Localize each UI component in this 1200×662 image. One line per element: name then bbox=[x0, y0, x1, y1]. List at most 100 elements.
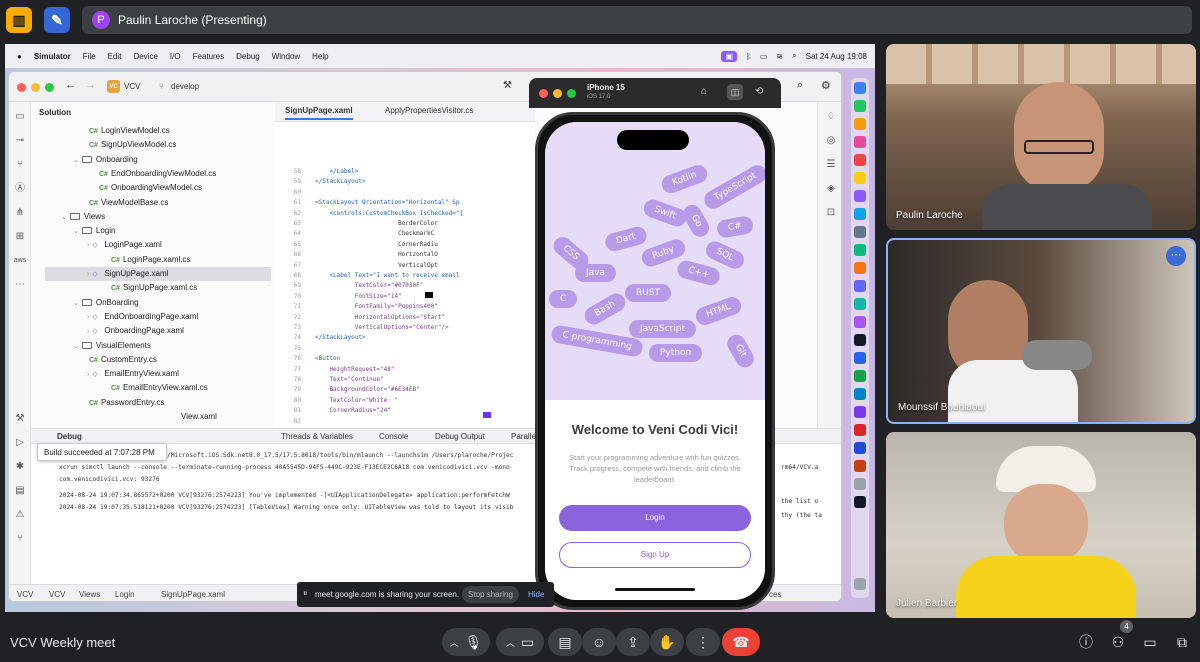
participant-tile[interactable]: Julien Barbier bbox=[886, 432, 1196, 618]
screen-share-status-icon[interactable]: ▣ bbox=[721, 50, 738, 62]
screenshot-icon[interactable]: ◫ bbox=[727, 84, 743, 100]
people-icon[interactable]: ⚇ bbox=[1108, 632, 1128, 652]
wifi-icon[interactable]: ≋ bbox=[776, 52, 783, 61]
whatsapp-icon[interactable] bbox=[854, 370, 866, 382]
app-icon[interactable] bbox=[854, 136, 866, 148]
chevron-right-icon[interactable]: › bbox=[87, 371, 89, 378]
code-vision-icon[interactable]: ⊡ bbox=[824, 206, 838, 220]
activities-icon[interactable]: ⧉ bbox=[1172, 632, 1192, 652]
home-indicator[interactable] bbox=[615, 588, 695, 591]
menu-file[interactable]: File bbox=[83, 52, 96, 61]
notifications-icon[interactable]: ♢ bbox=[824, 110, 838, 124]
menu-help[interactable]: Help bbox=[312, 52, 328, 61]
participant-tile-active-speaker[interactable]: ⋯ Mounssif Bouhlaoui bbox=[886, 238, 1196, 424]
app-icon[interactable] bbox=[854, 190, 866, 202]
calendar-icon[interactable] bbox=[854, 154, 866, 166]
settings-gear-icon[interactable]: ⚙ bbox=[821, 79, 831, 92]
tree-item[interactable]: C# SignUpPage.xaml.cs bbox=[111, 281, 197, 295]
app-icon[interactable] bbox=[854, 100, 866, 112]
debug-tab-label[interactable]: Debug bbox=[57, 432, 82, 441]
app-logo-icon[interactable]: ▥ bbox=[6, 7, 32, 33]
run-icon[interactable]: ▷ bbox=[13, 436, 27, 450]
zoom-window-button[interactable] bbox=[45, 83, 54, 92]
branch-selector[interactable]: develop bbox=[171, 82, 199, 91]
menu-io[interactable]: I/O bbox=[170, 52, 181, 61]
bluetooth-icon[interactable]: ᛒ bbox=[746, 52, 751, 61]
app-icon[interactable] bbox=[854, 244, 866, 256]
tab-signup-page[interactable]: SignUpPage.xaml bbox=[285, 106, 353, 120]
chevron-right-icon[interactable]: › bbox=[87, 314, 89, 321]
tree-item[interactable]: C# CustomEntry.cs bbox=[89, 353, 157, 367]
reactions-button[interactable]: ☺ bbox=[582, 628, 616, 656]
phone-screen[interactable]: Kotlin TypeScript Swift C# Go Dart CSS Ruby SQL J… bbox=[545, 122, 765, 600]
nuget-icon[interactable]: ◈ bbox=[824, 182, 838, 196]
trash-icon[interactable] bbox=[854, 578, 866, 590]
more-tools-icon[interactable]: ⋯ bbox=[13, 278, 27, 292]
tree-item[interactable]: C# EmailEntryView.xaml.cs bbox=[111, 381, 208, 395]
rotate-icon[interactable]: ⟲ bbox=[755, 86, 763, 97]
git-icon[interactable]: ⑂ bbox=[13, 532, 27, 546]
tree-item[interactable]: C# LoginViewModel.cs bbox=[89, 124, 170, 138]
tree-item[interactable]: ⌄ Views bbox=[61, 210, 105, 224]
tree-item[interactable]: C# ViewModelBase.cs bbox=[89, 196, 168, 210]
terminal-app-icon[interactable] bbox=[854, 334, 866, 346]
chevron-right-icon[interactable]: › bbox=[87, 271, 89, 278]
app-icon[interactable] bbox=[854, 496, 866, 508]
terminal-icon[interactable]: ▤ bbox=[13, 484, 27, 498]
forward-arrow-icon[interactable]: → bbox=[85, 79, 96, 91]
commit-icon[interactable]: ⊸ bbox=[13, 134, 27, 148]
zoom-window-button[interactable] bbox=[567, 89, 576, 98]
captions-button[interactable]: ▤ bbox=[548, 628, 582, 656]
word-icon[interactable] bbox=[854, 442, 866, 454]
console-tab[interactable]: Console bbox=[379, 432, 408, 441]
minimize-window-button[interactable] bbox=[553, 89, 562, 98]
build-hammer-icon[interactable]: ⚒ bbox=[503, 80, 512, 91]
tab-apply-properties[interactable]: ApplyPropertiesVisitor.cs bbox=[385, 106, 473, 115]
chevron-down-icon[interactable]: ⌄ bbox=[61, 214, 67, 221]
outlook-icon[interactable] bbox=[854, 388, 866, 400]
teams-icon[interactable] bbox=[854, 406, 866, 418]
menu-device[interactable]: Device bbox=[133, 52, 157, 61]
home-icon[interactable]: ⌂ bbox=[701, 86, 707, 97]
meeting-info-icon[interactable]: ⓘ bbox=[1076, 632, 1096, 652]
close-window-button[interactable] bbox=[539, 89, 548, 98]
database-icon[interactable]: ☰ bbox=[824, 158, 838, 172]
whiteboard-icon[interactable]: ✎ bbox=[44, 7, 70, 33]
tree-item[interactable]: › ◇ LoginPage.xaml bbox=[87, 238, 162, 252]
finder-icon[interactable] bbox=[854, 82, 866, 94]
participant-tile[interactable]: Paulin Laroche bbox=[886, 44, 1196, 230]
structure-icon[interactable]: Ⓐ bbox=[13, 182, 27, 196]
chrome-icon[interactable] bbox=[854, 298, 866, 310]
chevron-down-icon[interactable]: ⌄ bbox=[73, 300, 79, 307]
vscode-icon[interactable] bbox=[854, 352, 866, 364]
chevron-down-icon[interactable]: ⌄ bbox=[73, 343, 79, 350]
app-icon[interactable] bbox=[854, 118, 866, 130]
tree-item[interactable]: C# OnboardingViewModel.cs bbox=[99, 181, 202, 195]
stop-sharing-button[interactable]: Stop sharing bbox=[462, 586, 519, 603]
menu-debug[interactable]: Debug bbox=[236, 52, 260, 61]
app-icon[interactable] bbox=[854, 262, 866, 274]
chat-icon[interactable]: ▭ bbox=[1140, 632, 1160, 652]
app-icon[interactable] bbox=[854, 226, 866, 238]
close-window-button[interactable] bbox=[17, 83, 26, 92]
tree-item[interactable]: C# EndOnboardingViewModel.cs bbox=[99, 167, 216, 181]
services-icon[interactable]: ⊞ bbox=[13, 230, 27, 244]
apple-icon[interactable]: ● bbox=[17, 52, 22, 61]
build-icon[interactable]: ⚒ bbox=[13, 412, 27, 426]
chevron-right-icon[interactable]: › bbox=[87, 328, 89, 335]
folder-icon[interactable]: ▭ bbox=[13, 110, 27, 124]
login-button[interactable]: Login bbox=[559, 505, 751, 531]
tree-item[interactable]: View.xaml bbox=[181, 410, 217, 424]
threads-variables-tab[interactable]: Threads & Variables bbox=[281, 432, 353, 441]
chevron-right-icon[interactable]: › bbox=[87, 242, 89, 249]
mic-toggle-button[interactable]: ︿ 🎙 bbox=[442, 628, 490, 656]
menu-window[interactable]: Window bbox=[272, 52, 300, 61]
menu-simulator[interactable]: Simulator bbox=[34, 52, 71, 61]
signup-button[interactable]: Sign Up bbox=[559, 542, 751, 568]
debug-icon[interactable]: ✱ bbox=[13, 460, 27, 474]
hide-banner-button[interactable]: Hide bbox=[528, 590, 544, 599]
menu-features[interactable]: Features bbox=[193, 52, 225, 61]
tree-item[interactable]: ⌄ Onboarding bbox=[73, 153, 138, 167]
hierarchy-icon[interactable]: ⋔ bbox=[13, 206, 27, 220]
ai-assistant-icon[interactable]: ◎ bbox=[824, 134, 838, 148]
